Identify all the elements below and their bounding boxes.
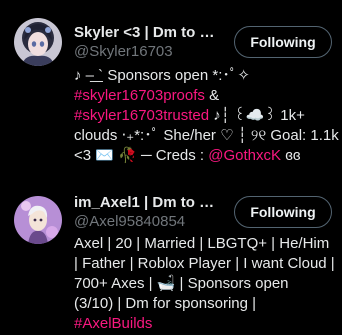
user-card-axel[interactable]: im_Axel1 | Dm to sp... @Axel95840854 Fol…	[0, 180, 342, 335]
avatar-image-icon	[14, 196, 62, 244]
bio-line: #skyler16703proofs &	[74, 86, 336, 106]
username-handle[interactable]: @Skyler16703	[74, 43, 173, 60]
user-bio: ♪ ‒͟ ` Sponsors open *:･ﾟ✧ #skyler16703p…	[74, 66, 339, 166]
bio-line: #skyler16703trusted ♪┆ ꒰☁️꒱ 1k+	[74, 106, 336, 126]
bio-text: &	[204, 87, 220, 104]
hashtag-link[interactable]: #skyler16703proofs	[74, 87, 205, 104]
bio-line: Axel | 20 | Married | LBGTQ+ | He/Him	[74, 235, 330, 252]
bio-line: #AxelBuilds	[74, 314, 336, 334]
username-handle[interactable]: @Axel95840854	[74, 213, 185, 230]
bio-text: ♪┆ ꒰☁️꒱ 1k+	[209, 107, 305, 124]
user-card-skyler[interactable]: Skyler <3 | Dm to s... @Skyler16703 Foll…	[0, 0, 342, 180]
bio-line: | Father | Roblox Player | I want Cloud …	[74, 255, 335, 272]
bio-line: ♪ ‒͟ ` Sponsors open *:･ﾟ✧	[74, 67, 250, 84]
display-name[interactable]: Skyler <3 | Dm to s...	[74, 24, 218, 41]
bio-line: <3 ✉️ 🥀 ─ Creds : @GothxcK ɞɞ	[74, 146, 336, 166]
user-bio: Axel | 20 | Married | LBGTQ+ | He/Him | …	[74, 234, 336, 334]
bio-text: ɞɞ	[281, 147, 301, 164]
hashtag-link[interactable]: #skyler16703trusted	[74, 107, 209, 124]
hashtag-link[interactable]: #AxelBuilds	[74, 315, 152, 332]
following-button[interactable]: Following	[234, 196, 332, 228]
display-name[interactable]: im_Axel1 | Dm to sp...	[74, 194, 218, 211]
bio-line: (3/10) | Dm for sponsoring |	[74, 295, 257, 312]
bio-line: 700+ Axes | 🛁 | Sponsors open	[74, 275, 289, 292]
avatar[interactable]	[14, 196, 62, 244]
bio-text: <3 ✉️ 🥀 ─ Creds :	[74, 147, 209, 164]
following-button[interactable]: Following	[234, 26, 332, 58]
avatar[interactable]	[14, 18, 62, 66]
avatar-image-icon	[14, 18, 62, 66]
mention-link[interactable]: @GothxcK	[208, 147, 281, 164]
bio-line: clouds ‧₊*:･ﾟ She/her ♡ ┆ ୨୧ Goal: 1.1k	[74, 127, 339, 144]
